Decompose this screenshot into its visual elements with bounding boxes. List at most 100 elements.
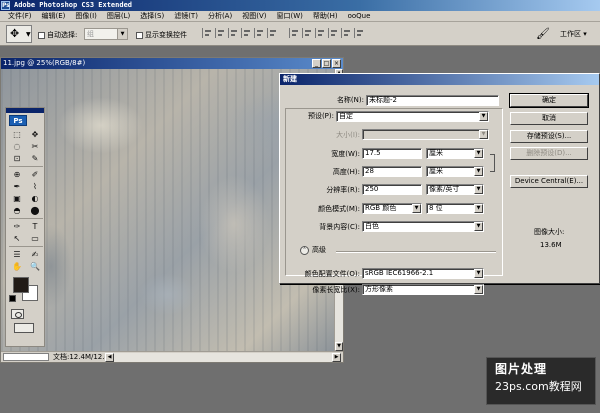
cancel-button[interactable]: 取消 [510, 112, 588, 125]
scroll-left-icon[interactable]: ◀ [105, 353, 114, 362]
menu-analysis[interactable]: 分析(A) [203, 11, 237, 21]
dialog-titlebar[interactable]: 新建 [280, 74, 599, 85]
shape-tool-icon[interactable]: ▭ [27, 233, 43, 244]
preset-value: 自定 [339, 112, 353, 120]
pixel-aspect-dropdown[interactable]: 方形像素 ▼ [362, 284, 484, 295]
menu-layer[interactable]: 图层(L) [102, 11, 135, 21]
history-brush-tool-icon[interactable]: ⌇ [27, 181, 43, 192]
hand-tool-icon[interactable]: ✋ [9, 261, 25, 272]
tool-preset-picker[interactable]: ✥ ▼ [6, 25, 32, 43]
menu-select[interactable]: 选择(S) [135, 11, 169, 21]
show-transform-option[interactable]: 显示变换控件 [136, 30, 187, 40]
color-profile-dropdown[interactable]: sRGB IEC61966-2.1 ▼ [362, 268, 484, 279]
path-selection-tool-icon[interactable]: ↖ [9, 233, 25, 244]
bridge-icon[interactable]: 🖌 [536, 28, 550, 40]
menu-filter[interactable]: 滤镜(T) [169, 11, 203, 21]
default-colors-icon[interactable] [9, 295, 16, 302]
document-statusbar: 文档:12.4M/12.4M ◀ ▶ [1, 351, 343, 362]
document-titlebar[interactable]: 11.jpg @ 25%(RGB/8#) _ □ × [1, 58, 343, 69]
distribute-bottom-icon[interactable] [315, 28, 325, 38]
screen-mode-icon[interactable] [14, 323, 34, 333]
color-mode-dropdown[interactable]: RGB 颜色 ▼ [362, 203, 422, 214]
chevron-down-icon: ▼ [479, 112, 488, 121]
width-unit-value: 厘米 [429, 149, 443, 157]
pixel-aspect-value: 方形像素 [365, 285, 393, 293]
device-central-button[interactable]: Device Central(E)... [510, 175, 588, 188]
width-unit-dropdown[interactable]: 厘米 ▼ [426, 148, 484, 159]
auto-select-dropdown[interactable]: 组 ▼ [84, 28, 128, 40]
lasso-tool-icon[interactable]: ◌ [9, 141, 25, 152]
ok-button[interactable]: 确定 [509, 93, 589, 108]
blur-tool-icon[interactable]: ◓ [9, 205, 25, 216]
menu-extra[interactable]: ooQue [343, 11, 376, 21]
distribute-top-icon[interactable] [289, 28, 299, 38]
distribute-hcenter-icon[interactable] [341, 28, 351, 38]
chevron-down-icon: ▼ [26, 31, 31, 38]
notes-tool-icon[interactable]: ☰ [9, 249, 25, 260]
distribute-left-icon[interactable] [328, 28, 338, 38]
minimize-icon[interactable]: _ [312, 59, 321, 68]
width-input[interactable]: 17.5 [362, 148, 422, 159]
photoshop-logo-icon: Ps [1, 1, 10, 10]
workspace-button[interactable]: 工作区 ▾ [560, 28, 587, 40]
scroll-right-icon[interactable]: ▶ [332, 353, 341, 362]
name-label: 名称(N): [336, 96, 364, 104]
toolbox-grip[interactable] [6, 108, 44, 113]
eraser-tool-icon[interactable]: ▣ [9, 193, 25, 204]
pen-tool-icon[interactable]: ✑ [9, 221, 25, 232]
toolbox-panel: Ps ⬚ ✥ ◌ ✂ ⊡ ✎ ⊕ ✐ ✒ ⌇ ▣ ◐ ◓ ⬤ ✑ T ↖ ▭ ☰… [5, 107, 45, 347]
height-unit-dropdown[interactable]: 厘米 ▼ [426, 166, 484, 177]
menu-edit[interactable]: 编辑(E) [37, 11, 71, 21]
close-icon[interactable]: × [332, 59, 341, 68]
standard-mode-icon[interactable] [11, 309, 24, 319]
align-top-icon[interactable] [202, 28, 212, 38]
zoom-field[interactable] [3, 353, 49, 361]
menu-file[interactable]: 文件(F) [3, 11, 37, 21]
advanced-toggle-icon[interactable]: ⌃ [300, 246, 309, 255]
foreground-color-swatch[interactable] [13, 277, 29, 293]
align-right-icon[interactable] [267, 28, 277, 38]
menu-window[interactable]: 窗口(W) [271, 11, 307, 21]
image-size-title: 图像大小: [534, 228, 565, 236]
eyedropper-tool-icon[interactable]: ✎ [27, 153, 43, 164]
scroll-down-icon[interactable]: ▼ [335, 342, 343, 351]
bit-depth-dropdown[interactable]: 8 位 ▼ [426, 203, 484, 214]
crop-tool-icon[interactable]: ⊡ [9, 153, 25, 164]
align-bottom-icon[interactable] [228, 28, 238, 38]
horizontal-scrollbar[interactable]: ◀ ▶ [105, 353, 341, 362]
resolution-input[interactable]: 250 [362, 184, 422, 195]
name-input[interactable]: 未标题-2 [366, 95, 499, 106]
type-tool-icon[interactable]: T [27, 221, 43, 232]
auto-select-checkbox[interactable] [38, 31, 45, 39]
dodge-tool-icon[interactable]: ⬤ [27, 205, 43, 216]
preset-dropdown[interactable]: 自定 ▼ [336, 111, 489, 122]
background-contents-dropdown[interactable]: 白色 ▼ [362, 221, 484, 232]
menu-help[interactable]: 帮助(H) [308, 11, 343, 21]
magic-wand-tool-icon[interactable]: ✂ [27, 141, 43, 152]
align-hcenter-icon[interactable] [254, 28, 264, 38]
chevron-down-icon: ▼ [474, 269, 483, 278]
maximize-icon[interactable]: □ [322, 59, 331, 68]
marquee-tool-icon[interactable]: ⬚ [9, 129, 25, 140]
gradient-tool-icon[interactable]: ◐ [27, 193, 43, 204]
advanced-label: 高级 [312, 246, 326, 254]
eyedropper-sample-tool-icon[interactable]: ✍ [27, 249, 43, 260]
align-vcenter-icon[interactable] [215, 28, 225, 38]
move-tool-icon[interactable]: ✥ [27, 129, 43, 140]
healing-brush-tool-icon[interactable]: ⊕ [9, 169, 25, 180]
clone-stamp-tool-icon[interactable]: ✒ [9, 181, 25, 192]
site-watermark: 图片处理 23ps.com教程网 [486, 357, 596, 405]
menu-view[interactable]: 视图(V) [237, 11, 271, 21]
align-left-icon[interactable] [241, 28, 251, 38]
distribute-right-icon[interactable] [354, 28, 364, 38]
toolbox-ps-badge[interactable]: Ps [9, 115, 27, 126]
menu-image[interactable]: 图像(I) [70, 11, 102, 21]
brush-tool-icon[interactable]: ✐ [27, 169, 43, 180]
zoom-tool-icon[interactable]: 🔍 [27, 261, 43, 272]
show-transform-checkbox[interactable] [136, 31, 143, 39]
resolution-unit-dropdown[interactable]: 像素/英寸 ▼ [426, 184, 484, 195]
height-input[interactable]: 28 [362, 166, 422, 177]
distribute-vcenter-icon[interactable] [302, 28, 312, 38]
auto-select-option[interactable]: 自动选择: [38, 30, 77, 40]
save-preset-button[interactable]: 存储预设(S)... [510, 130, 588, 143]
